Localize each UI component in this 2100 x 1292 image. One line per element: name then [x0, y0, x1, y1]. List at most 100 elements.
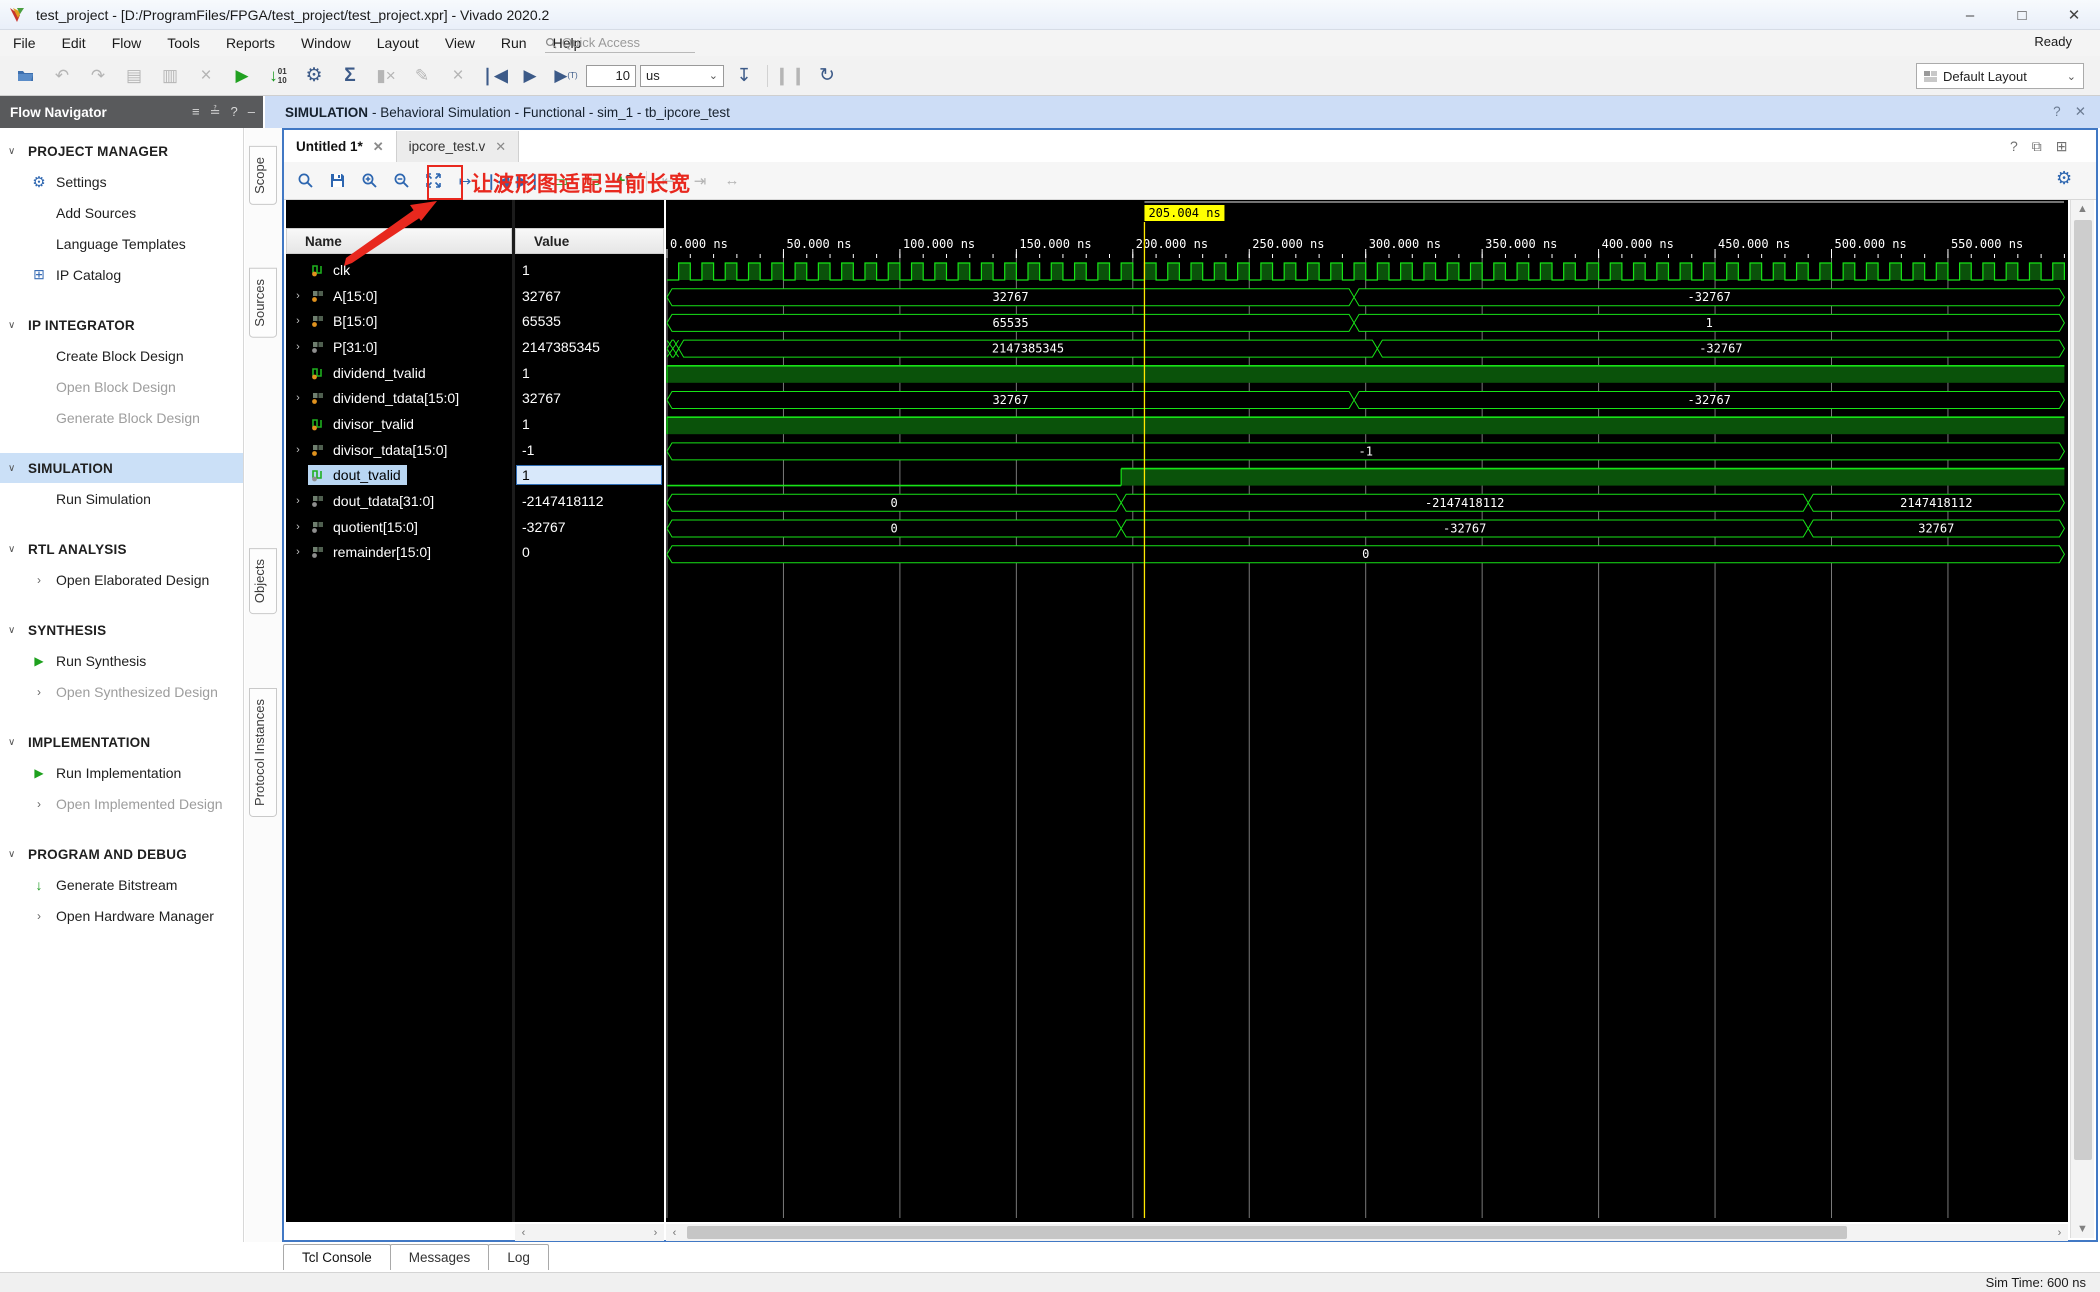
menu-reports[interactable]: Reports: [213, 32, 288, 54]
menu-run[interactable]: Run: [488, 32, 540, 54]
scroll-up-icon[interactable]: ▲: [2071, 200, 2094, 218]
side-tab-scope[interactable]: Scope: [249, 146, 277, 205]
sidebar-item-run-simulation[interactable]: Run Simulation: [0, 483, 243, 514]
minimize-button[interactable]: –: [1944, 0, 1996, 30]
undo-icon[interactable]: ↶: [46, 62, 78, 90]
expand-chevron-icon[interactable]: ›: [292, 495, 304, 507]
signal-row-clk[interactable]: clk: [286, 257, 512, 283]
close-icon[interactable]: ✕: [495, 139, 506, 155]
quick-access-search[interactable]: Quick Access: [545, 33, 695, 53]
scrollbar-thumb[interactable]: [687, 1226, 1847, 1239]
signal-row-A150[interactable]: › A[15:0]: [286, 283, 512, 309]
expand-chevron-icon[interactable]: ›: [292, 315, 304, 327]
wave-vertical-scrollbar[interactable]: ▲ ▼: [2070, 200, 2094, 1238]
menu-layout[interactable]: Layout: [364, 32, 432, 54]
scroll-left-icon[interactable]: ‹: [666, 1227, 683, 1239]
menu-view[interactable]: View: [432, 32, 488, 54]
help-icon[interactable]: ?: [231, 104, 238, 120]
copy-icon[interactable]: ▤: [118, 62, 150, 90]
run-icon[interactable]: ▶: [226, 62, 258, 90]
expand-chevron-icon[interactable]: ›: [292, 521, 304, 533]
scroll-right-icon[interactable]: ›: [647, 1227, 664, 1239]
save-waveform-icon[interactable]: [322, 166, 352, 196]
signal-row-dividend_tvalid[interactable]: dividend_tvalid: [286, 360, 512, 386]
sidebar-item-add-sources[interactable]: Add Sources: [0, 197, 243, 228]
menu-file[interactable]: File: [0, 32, 49, 54]
tab-ipcore-test-v[interactable]: ipcore_test.v ✕: [396, 131, 520, 162]
cut-sim-icon[interactable]: ×: [442, 62, 474, 90]
side-tab-sources[interactable]: Sources: [249, 268, 277, 338]
menu-edit[interactable]: Edit: [49, 32, 99, 54]
sidebar-item-create-block-design[interactable]: Create Block Design: [0, 340, 243, 371]
signal-row-remainder150[interactable]: › remainder[15:0]: [286, 540, 512, 566]
sidebar-item-open-hardware-manager[interactable]: › Open Hardware Manager: [0, 900, 243, 931]
flow-section-header-rtl-analysis[interactable]: ∨ RTL ANALYSIS: [0, 534, 243, 564]
time-unit-select[interactable]: us ⌄: [640, 64, 724, 87]
sidebar-item-generate-bitstream[interactable]: ↓ Generate Bitstream: [0, 869, 243, 900]
flow-section-header-simulation[interactable]: ∨ SIMULATION: [0, 453, 243, 483]
layout-selector[interactable]: Default Layout ⌄: [1916, 63, 2084, 89]
signal-row-quotient150[interactable]: › quotient[15:0]: [286, 514, 512, 540]
sidebar-item-open-implemented-design[interactable]: › Open Implemented Design: [0, 788, 243, 819]
signal-row-dout_tdata310[interactable]: › dout_tdata[31:0]: [286, 488, 512, 514]
menu-flow[interactable]: Flow: [99, 32, 155, 54]
close-icon[interactable]: ✕: [2075, 104, 2086, 120]
sidebar-item-open-block-design[interactable]: Open Block Design: [0, 371, 243, 402]
signal-row-dividend_tdata150[interactable]: › dividend_tdata[15:0]: [286, 385, 512, 411]
sidebar-item-ip-catalog[interactable]: ⊞ IP Catalog: [0, 259, 243, 290]
restart-sim-icon[interactable]: ❘◀: [478, 62, 510, 90]
side-tab-protocol-instances[interactable]: Protocol Instances: [249, 688, 277, 817]
zoom-in-icon[interactable]: [354, 166, 384, 196]
search-icon[interactable]: [290, 166, 320, 196]
signal-row-divisor_tvalid[interactable]: divisor_tvalid: [286, 411, 512, 437]
relaunch-icon[interactable]: ↻: [811, 62, 843, 90]
expand-all-icon[interactable]: ≟: [210, 104, 221, 120]
maximize-panel-icon[interactable]: ⊞: [2056, 138, 2068, 155]
values-horizontal-scrollbar[interactable]: ‹ ›: [515, 1224, 664, 1241]
pause-icon[interactable]: ❙❙: [775, 62, 807, 90]
expand-chevron-icon[interactable]: ›: [292, 546, 304, 558]
clear-icon[interactable]: ✎: [406, 62, 438, 90]
report-sigma-icon[interactable]: Σ: [334, 62, 366, 90]
signal-row-divisor_tdata150[interactable]: › divisor_tdata[15:0]: [286, 437, 512, 463]
sidebar-item-open-elaborated-design[interactable]: › Open Elaborated Design: [0, 564, 243, 595]
tab-log[interactable]: Log: [488, 1244, 549, 1270]
scroll-down-icon[interactable]: ▼: [2071, 1220, 2094, 1238]
float-panel-icon[interactable]: ⧉: [2032, 138, 2042, 155]
signal-row-B150[interactable]: › B[15:0]: [286, 308, 512, 334]
wave-horizontal-scrollbar[interactable]: ‹ ›: [666, 1224, 2068, 1241]
flow-section-header-project-manager[interactable]: ∨ PROJECT MANAGER: [0, 136, 243, 166]
tab-untitled-1-[interactable]: Untitled 1* ✕: [284, 131, 397, 162]
breakpoint-icon[interactable]: ▮×: [370, 62, 402, 90]
collapse-all-icon[interactable]: ≡: [192, 104, 200, 120]
open-project-icon[interactable]: [10, 62, 42, 90]
name-column-header[interactable]: Name: [286, 228, 512, 254]
close-icon[interactable]: ✕: [373, 139, 384, 155]
expand-chevron-icon[interactable]: ›: [292, 444, 304, 456]
value-column-header[interactable]: Value: [515, 228, 664, 254]
zoom-out-icon[interactable]: [386, 166, 416, 196]
expand-chevron-icon[interactable]: ›: [292, 290, 304, 302]
flow-section-header-program-and-debug[interactable]: ∨ PROGRAM AND DEBUG: [0, 839, 243, 869]
scroll-right-icon[interactable]: ›: [2051, 1227, 2068, 1239]
signal-row-P310[interactable]: › P[31:0]: [286, 334, 512, 360]
tab-messages[interactable]: Messages: [389, 1244, 490, 1270]
maximize-button[interactable]: □: [1996, 0, 2048, 30]
close-button[interactable]: ✕: [2048, 0, 2100, 30]
redo-icon[interactable]: ↷: [82, 62, 114, 90]
flow-section-header-implementation[interactable]: ∨ IMPLEMENTATION: [0, 727, 243, 757]
sidebar-item-run-synthesis[interactable]: ▶ Run Synthesis: [0, 645, 243, 676]
run-for-time-icon[interactable]: ▶ (T): [550, 62, 582, 90]
sidebar-item-generate-block-design[interactable]: Generate Block Design: [0, 402, 243, 433]
run-all-icon[interactable]: ▶: [514, 62, 546, 90]
sidebar-item-settings[interactable]: ⚙ Settings: [0, 166, 243, 197]
flow-section-header-ip-integrator[interactable]: ∨ IP INTEGRATOR: [0, 310, 243, 340]
help-icon[interactable]: ?: [2053, 104, 2061, 120]
expand-chevron-icon[interactable]: ›: [292, 341, 304, 353]
tab-tcl-console[interactable]: Tcl Console: [283, 1244, 391, 1270]
menu-window[interactable]: Window: [288, 32, 364, 54]
signal-row-dout_tvalid[interactable]: dout_tvalid: [286, 463, 512, 489]
sidebar-item-language-templates[interactable]: Language Templates: [0, 228, 243, 259]
generate-bitstream-icon[interactable]: ↓ 01 10: [262, 62, 294, 90]
scrollbar-thumb[interactable]: [2074, 220, 2092, 1160]
